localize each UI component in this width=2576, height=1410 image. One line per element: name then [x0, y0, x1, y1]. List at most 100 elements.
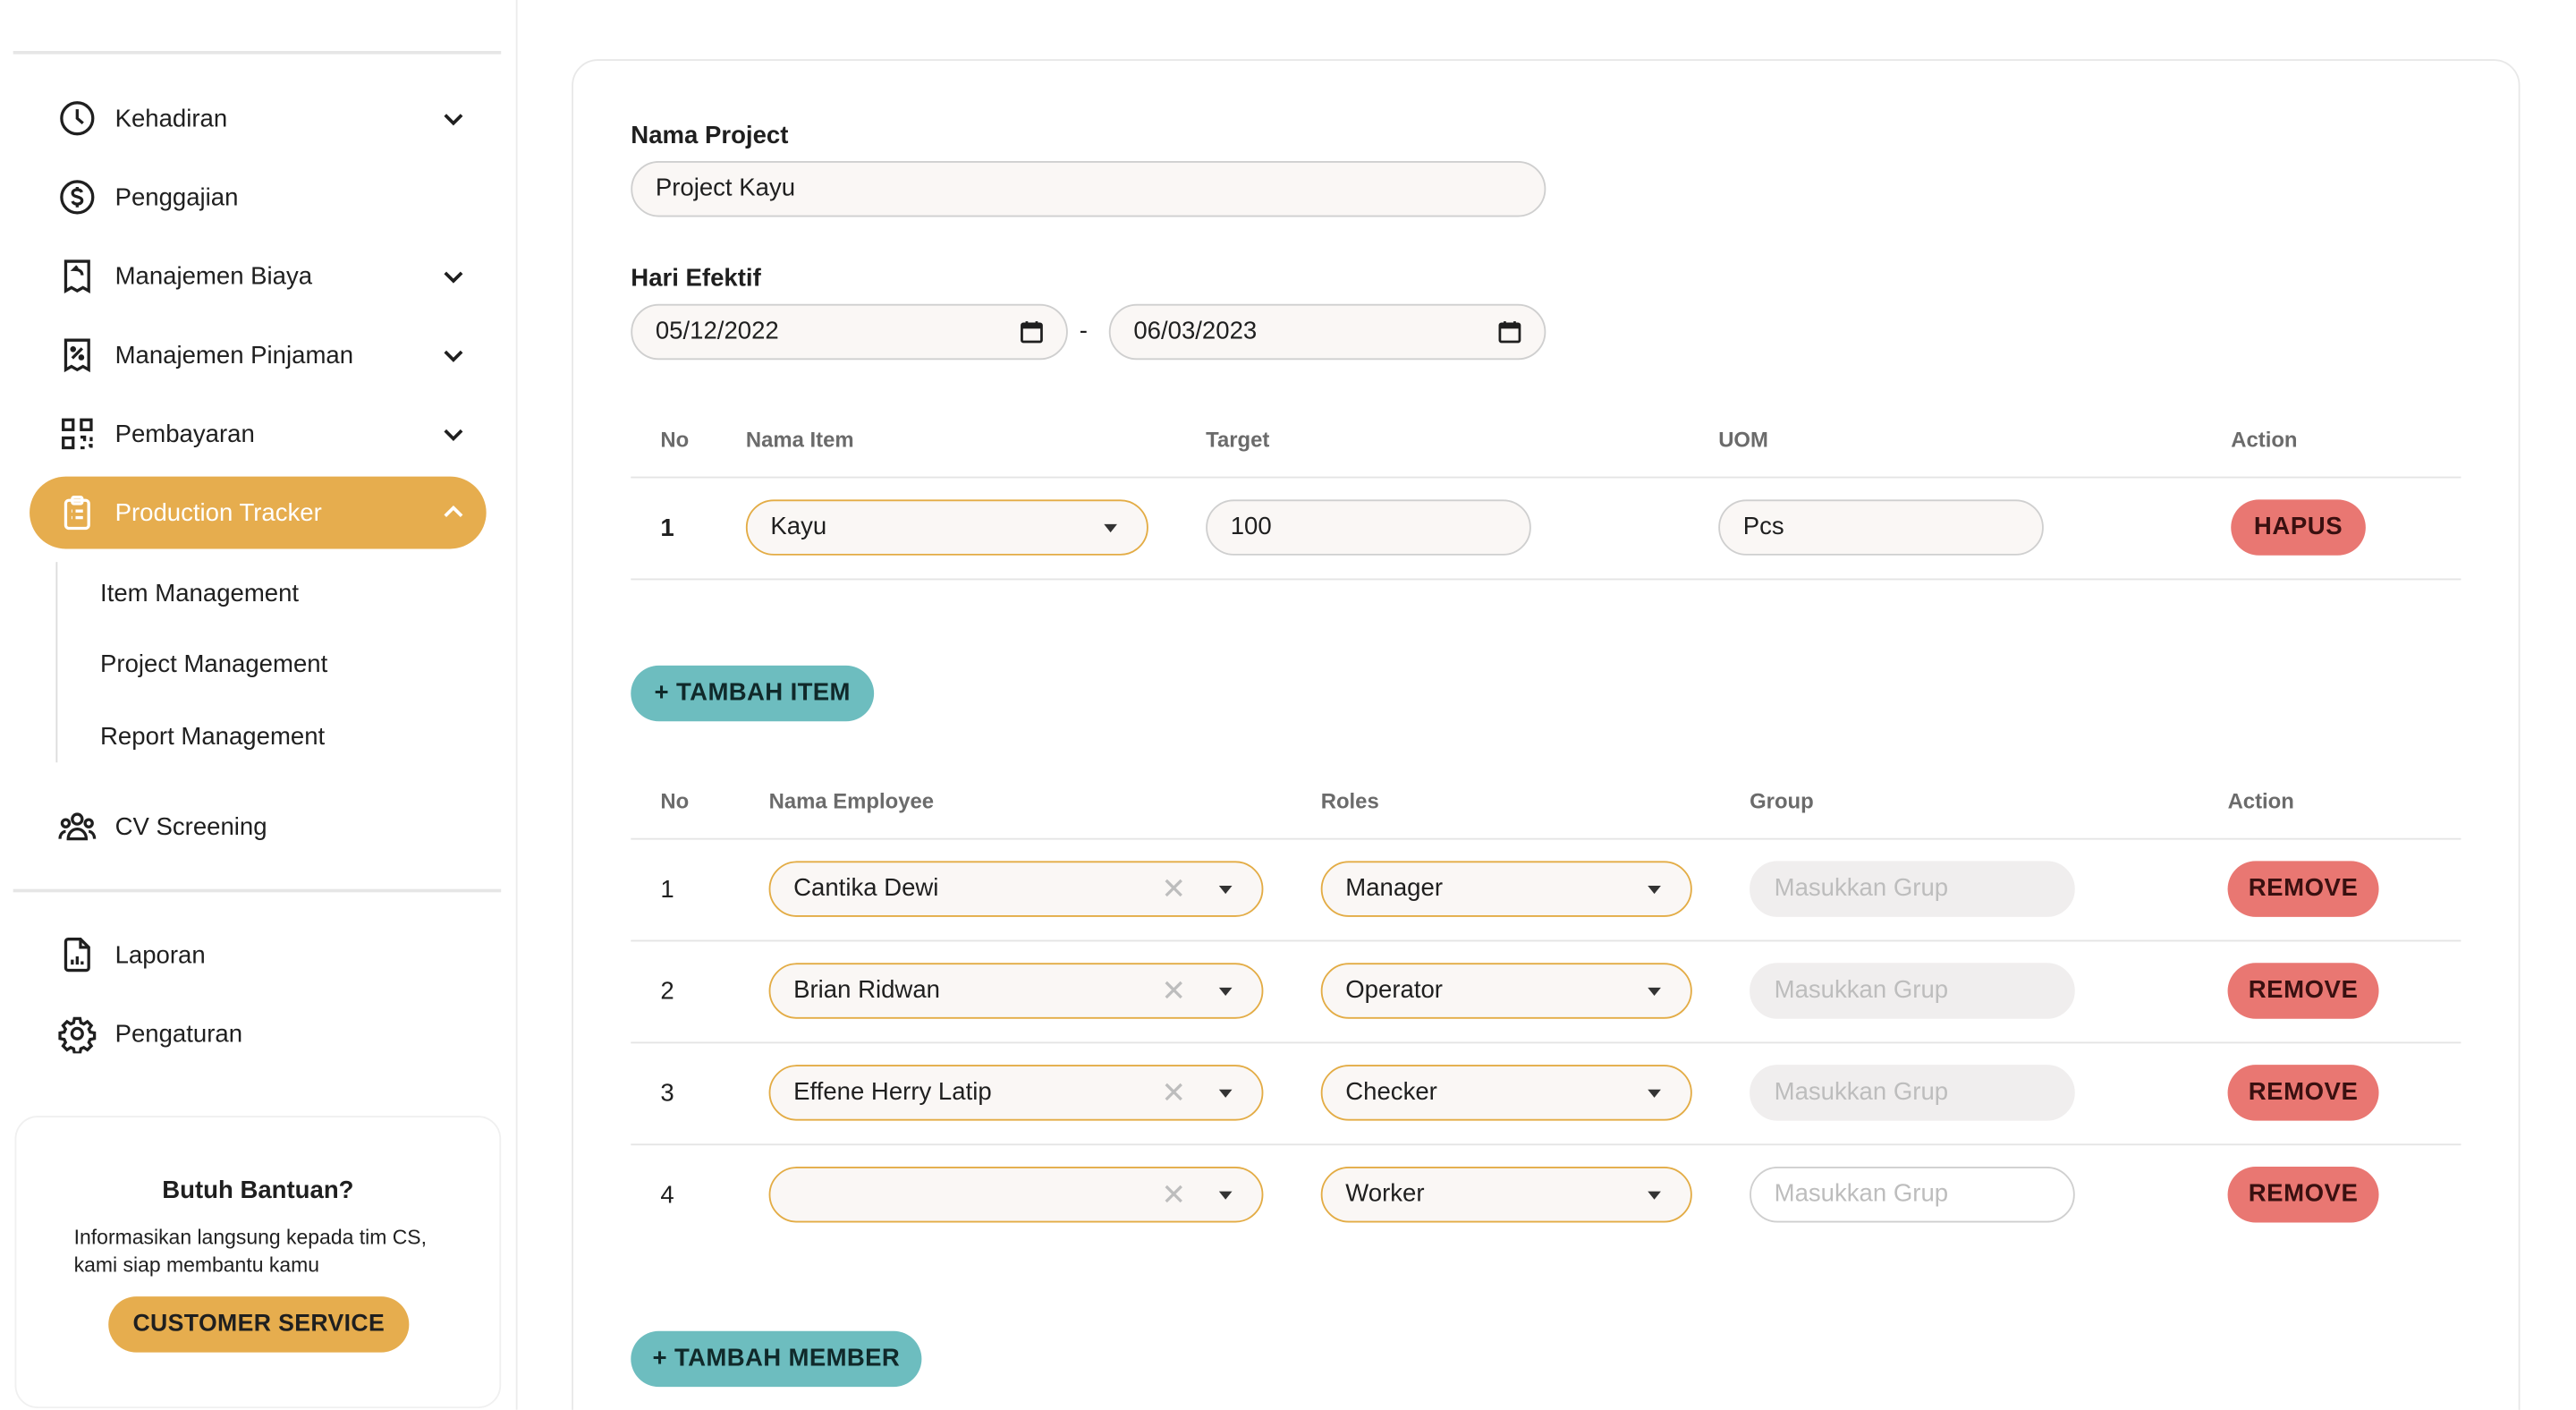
sidebar-item-label: Pengaturan — [114, 1019, 243, 1048]
sidebar-item-cv-screening[interactable]: CV Screening — [30, 790, 487, 862]
customer-service-button[interactable]: CUSTOMER SERVICE — [108, 1296, 410, 1353]
sidebar-item-pembayaran[interactable]: Pembayaran — [30, 397, 487, 470]
uom-input[interactable]: Pcs — [1718, 499, 2044, 556]
help-card: Butuh Bantuan? Informasikan langsung kep… — [14, 1116, 502, 1409]
add-member-button[interactable]: + TAMBAH MEMBER — [631, 1330, 922, 1388]
caret-down-icon — [1648, 1089, 1661, 1098]
sidebar-item-penggajian[interactable]: Penggajian — [30, 161, 487, 234]
sidebar-subitem-report-management[interactable]: Report Management — [100, 723, 325, 751]
members-header-employee: Nama Employee — [768, 788, 935, 814]
sidebar-item-label: Pembayaran — [114, 420, 255, 448]
receipt-refund-icon — [57, 257, 97, 296]
caret-down-icon — [1104, 523, 1117, 533]
members-header-roles: Roles — [1320, 788, 1379, 814]
members-header-action: Action — [2227, 788, 2294, 814]
sidebar-subitem-project-management[interactable]: Project Management — [100, 650, 327, 678]
project-name-input[interactable]: Project Kayu — [631, 160, 1546, 217]
sidebar-item-kehadiran[interactable]: Kehadiran — [30, 82, 487, 155]
item-row-no: 1 — [660, 514, 674, 543]
member-row-no: 3 — [660, 1079, 674, 1108]
target-input[interactable]: 100 — [1206, 499, 1531, 556]
clipboard-icon — [57, 493, 97, 532]
sidebar-item-production-tracker[interactable]: Production Tracker — [30, 476, 487, 549]
member-row-no: 1 — [660, 875, 674, 905]
chevron-up-icon — [444, 505, 463, 518]
project-name-label: Nama Project — [631, 121, 789, 150]
table-divider — [631, 476, 2462, 479]
sidebar-item-label: Penggajian — [114, 183, 239, 212]
role-value: Worker — [1345, 1179, 1425, 1208]
start-date-input[interactable]: 05/12/2022 — [631, 303, 1068, 361]
users-icon — [57, 807, 97, 846]
document-chart-icon — [57, 935, 97, 974]
sidebar-item-laporan[interactable]: Laporan — [30, 919, 487, 991]
caret-down-icon — [1648, 987, 1661, 997]
caret-down-icon — [1648, 1191, 1661, 1200]
remove-button[interactable]: REMOVE — [2227, 963, 2379, 1019]
items-header-item: Nama Item — [745, 427, 854, 453]
group-input[interactable]: Masukkan Grup — [1750, 963, 2075, 1019]
group-input[interactable]: Masukkan Grup — [1750, 1065, 2075, 1121]
clear-icon[interactable]: ✕ — [1161, 1180, 1186, 1210]
sidebar-item-label: Laporan — [114, 940, 206, 969]
item-name-value: Kayu — [770, 513, 827, 541]
end-date-value: 06/03/2023 — [1133, 317, 1258, 345]
role-select[interactable]: Worker — [1320, 1167, 1692, 1223]
members-header-no: No — [660, 788, 690, 814]
employee-select[interactable]: ✕ — [768, 1167, 1264, 1223]
group-input[interactable]: Masukkan Grup — [1750, 1167, 2075, 1223]
clear-icon[interactable]: ✕ — [1161, 1078, 1186, 1108]
employee-select[interactable]: Brian Ridwan ✕ — [768, 963, 1264, 1019]
caret-down-icon — [1648, 885, 1661, 895]
group-input[interactable]: Masukkan Grup — [1750, 861, 2075, 917]
clear-icon[interactable]: ✕ — [1161, 874, 1186, 904]
employee-value: Effene Herry Latip — [793, 1077, 992, 1107]
members-header-group: Group — [1750, 788, 1814, 814]
sidebar-item-manajemen-pinjaman[interactable]: Manajemen Pinjaman — [30, 319, 487, 391]
chevron-down-icon — [444, 271, 463, 284]
sidebar-item-label: Manajemen Biaya — [114, 261, 313, 291]
role-select[interactable]: Checker — [1320, 1065, 1692, 1121]
sidebar-divider — [13, 888, 502, 893]
sidebar-item-pengaturan[interactable]: Pengaturan — [30, 998, 487, 1070]
chevron-down-icon — [444, 429, 463, 441]
qr-code-icon — [57, 414, 97, 454]
sidebar-divider — [13, 50, 502, 55]
sidebar-item-label: Production Tracker — [114, 498, 322, 527]
end-date-input[interactable]: 06/03/2023 — [1108, 303, 1546, 361]
date-separator: - — [1079, 317, 1088, 345]
clear-icon[interactable]: ✕ — [1161, 976, 1186, 1006]
member-row-no: 2 — [660, 977, 674, 1007]
add-item-button[interactable]: + TAMBAH ITEM — [631, 665, 875, 722]
role-value: Checker — [1345, 1077, 1437, 1107]
remove-button[interactable]: REMOVE — [2227, 861, 2379, 917]
item-name-select[interactable]: Kayu — [745, 499, 1148, 556]
caret-down-icon — [1218, 885, 1233, 895]
help-title: Butuh Bantuan? — [162, 1176, 354, 1205]
role-select[interactable]: Operator — [1320, 963, 1692, 1019]
role-select[interactable]: Manager — [1320, 861, 1692, 917]
role-value: Manager — [1345, 874, 1443, 903]
dollar-circle-icon — [57, 177, 97, 217]
sidebar-subitem-item-management[interactable]: Item Management — [100, 580, 299, 607]
remove-button[interactable]: REMOVE — [2227, 1065, 2379, 1121]
employee-value: Cantika Dewi — [793, 874, 939, 903]
table-divider — [631, 1143, 2462, 1146]
employee-select[interactable]: Effene Herry Latip ✕ — [768, 1065, 1264, 1121]
table-divider — [631, 837, 2462, 840]
calendar-icon[interactable] — [1498, 320, 1521, 344]
submenu-line — [55, 562, 58, 763]
sidebar-item-manajemen-biaya[interactable]: Manajemen Biaya — [30, 240, 487, 312]
sidebar-item-label: CV Screening — [114, 812, 267, 841]
remove-button[interactable]: REMOVE — [2227, 1167, 2379, 1223]
member-row-no: 4 — [660, 1181, 674, 1210]
sidebar-item-label: Kehadiran — [114, 104, 228, 132]
hapus-button[interactable]: HAPUS — [2231, 499, 2366, 556]
table-divider — [631, 578, 2462, 581]
items-header-no: No — [660, 427, 690, 453]
items-header-uom: UOM — [1718, 427, 1768, 453]
start-date-value: 05/12/2022 — [655, 317, 779, 345]
chevron-down-icon — [444, 350, 463, 362]
employee-select[interactable]: Cantika Dewi ✕ — [768, 861, 1264, 917]
calendar-icon[interactable] — [1021, 320, 1044, 344]
